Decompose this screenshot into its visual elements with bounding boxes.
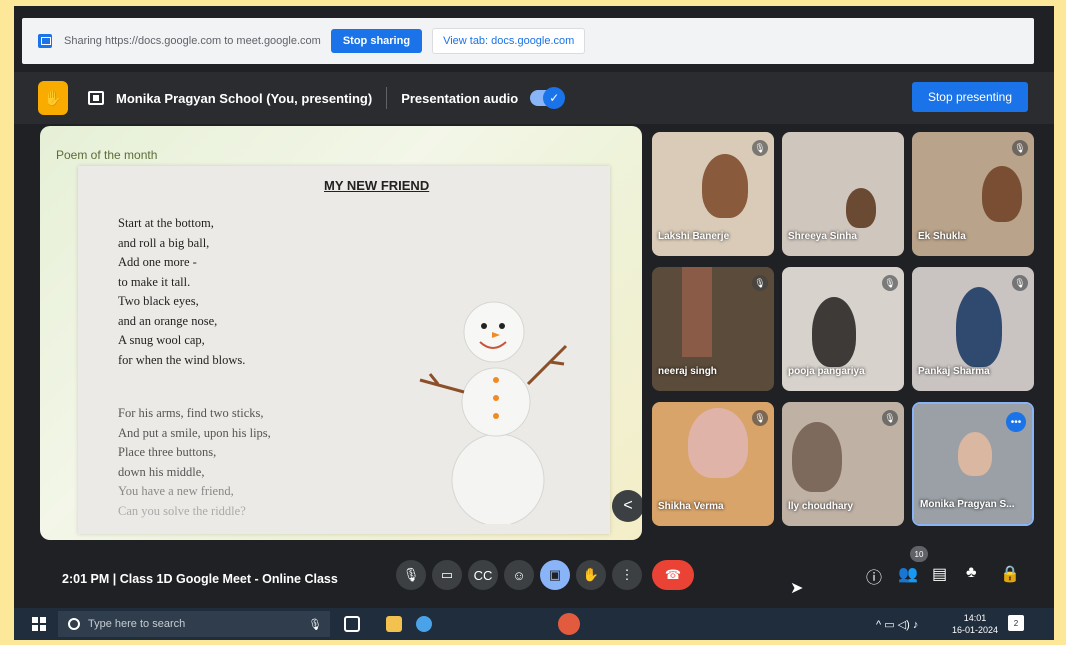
edge-browser-icon[interactable] <box>416 616 432 632</box>
participant-tile[interactable]: 🎙 Pankaj Sharma <box>912 267 1034 391</box>
taskbar-clock[interactable]: 14:01 16-01-2024 <box>952 612 998 636</box>
mic-off-icon: 🎙 <box>882 410 898 426</box>
mic-off-icon: 🎙 <box>752 275 768 291</box>
notification-center-icon[interactable]: 2 <box>1008 615 1024 631</box>
presentation-audio-label: Presentation audio <box>401 90 519 106</box>
microphone-button[interactable]: 🎙 <box>396 560 426 590</box>
mic-off-icon: 🎙 <box>1012 140 1028 156</box>
search-placeholder: Type here to search <box>88 618 186 630</box>
participant-tile[interactable]: 🎙 Shikha Verma <box>652 402 774 526</box>
participant-grid: 🎙 Lakshi Banerje Shreeya Sinha 🎙 Ek Shuk… <box>652 132 1036 526</box>
raise-hand-icon[interactable]: ✋ <box>38 81 68 115</box>
poem-stanza-2: For his arms, find two sticks, And put a… <box>118 404 271 521</box>
poem-line: Two black eyes, <box>118 294 199 308</box>
poem-line: And put a smile, upon his lips, <box>118 425 271 440</box>
poem-title: MY NEW FRIEND <box>324 178 430 193</box>
participant-name: Lakshi Banerje <box>658 231 730 242</box>
stop-sharing-button[interactable]: Stop sharing <box>330 29 423 53</box>
mic-off-icon: 🎙 <box>1012 275 1028 291</box>
view-tab-button[interactable]: View tab: docs.google.com <box>432 28 586 54</box>
mouse-cursor-icon: ➤ <box>790 580 804 597</box>
camera-button[interactable]: ▭ <box>432 560 462 590</box>
system-tray-icons[interactable]: ^ ▭ ◁) ♪ <box>876 618 918 631</box>
mic-off-icon: 🎙 <box>882 275 898 291</box>
snowman-illustration <box>419 301 568 524</box>
more-options-button[interactable]: ⋮ <box>612 560 642 590</box>
participant-tile[interactable]: 🎙 lly choudhary <box>782 402 904 526</box>
presented-slide: Poem of the month MY NEW FRIEND Start at… <box>40 126 642 540</box>
meeting-control-bar: 2:01 PM | Class 1D Google Meet - Online … <box>14 546 1054 606</box>
participant-name: Ek Shukla <box>918 231 966 242</box>
sharing-status-text: Sharing https://docs.google.com to meet.… <box>64 35 321 47</box>
present-screen-icon <box>88 91 104 105</box>
monitor-screen: Sharing https://docs.google.com to meet.… <box>14 6 1054 640</box>
presenting-title: Monika Pragyan School (You, presenting) <box>116 90 373 106</box>
participant-name: Pankaj Sharma <box>918 366 990 377</box>
chrome-browser-icon[interactable] <box>558 613 580 635</box>
poem-line: For his arms, find two sticks, <box>118 406 264 420</box>
participant-name: Shikha Verma <box>658 501 724 512</box>
poem-page: MY NEW FRIEND Start at the bottom, and r… <box>78 166 610 534</box>
mic-off-icon: 🎙 <box>752 410 768 426</box>
people-icon[interactable]: 👥 <box>898 564 918 584</box>
tab-sharing-bar: Sharing https://docs.google.com to meet.… <box>22 18 1034 64</box>
participant-tile[interactable]: 🎙 pooja pangariya <box>782 267 904 391</box>
poem-line: Place three buttons, <box>118 445 217 459</box>
raise-hand-button[interactable]: ✋ <box>576 560 606 590</box>
poem-line: down his middle, <box>118 464 205 479</box>
share-icon[interactable]: < <box>612 490 642 522</box>
poem-line: A snug wool cap, <box>118 333 205 347</box>
captions-button[interactable]: CC <box>468 560 498 590</box>
participant-tile-self[interactable]: ••• Monika Pragyan S... <box>912 402 1034 526</box>
participant-name: pooja pangariya <box>788 366 865 377</box>
poem-line: Start at the bottom, <box>118 216 214 230</box>
slide-label: Poem of the month <box>56 148 158 162</box>
participant-name: neeraj singh <box>658 366 717 377</box>
presenting-bar: ✋ Monika Pragyan School (You, presenting… <box>14 72 1054 124</box>
clock-date: 16-01-2024 <box>952 625 999 635</box>
poem-line: Add one more - <box>118 255 197 269</box>
participant-name: lly choudhary <box>788 501 854 512</box>
stop-presenting-button[interactable]: Stop presenting <box>911 82 1028 112</box>
separator: | <box>112 572 117 586</box>
more-options-icon[interactable]: ••• <box>1006 412 1026 432</box>
poem-stanza-1: Start at the bottom, and roll a big ball… <box>118 214 245 370</box>
check-icon: ✓ <box>543 87 566 109</box>
task-view-icon[interactable] <box>344 616 360 632</box>
search-icon <box>68 618 80 630</box>
participant-tile[interactable]: 🎙 neeraj singh <box>652 267 774 391</box>
clock-time: 14:01 <box>963 613 987 623</box>
leave-call-button[interactable]: ☎ <box>652 560 694 590</box>
activities-icon[interactable]: ♣ <box>966 564 977 582</box>
poem-line: for when the wind blows. <box>118 352 246 367</box>
poem-line: and an orange nose, <box>118 313 218 328</box>
windows-taskbar: Type here to search 🎙 ^ ▭ ◁) ♪ 14:01 16-… <box>14 608 1054 640</box>
file-explorer-icon[interactable] <box>386 616 402 632</box>
chat-icon[interactable]: ▤ <box>932 564 947 584</box>
presentation-audio-toggle[interactable]: ✓ <box>530 87 566 109</box>
poem-line: and roll a big ball, <box>118 235 210 250</box>
meeting-time: 2:01 PM <box>62 572 110 586</box>
info-icon[interactable]: ⓘ <box>866 564 882 588</box>
participant-name: Monika Pragyan S... <box>920 499 1015 510</box>
divider <box>386 87 388 109</box>
screen-share-icon <box>38 34 52 48</box>
taskbar-search-box[interactable]: Type here to search 🎙 <box>58 611 330 637</box>
host-controls-icon[interactable]: 🔒 <box>1000 564 1020 584</box>
windows-start-icon[interactable] <box>32 617 46 631</box>
poem-line: to make it tall. <box>118 274 191 289</box>
participant-name: Shreeya Sinha <box>788 231 857 242</box>
emoji-reaction-button[interactable]: ☺ <box>504 560 534 590</box>
poem-line: You have a new friend, <box>118 484 234 498</box>
meeting-name: Class 1D Google Meet - Online Class <box>119 572 338 586</box>
participant-tile[interactable]: Shreeya Sinha <box>782 132 904 256</box>
mic-off-icon: 🎙 <box>752 140 768 156</box>
microphone-icon[interactable]: 🎙 <box>308 618 322 631</box>
participant-tile[interactable]: 🎙 Lakshi Banerje <box>652 132 774 256</box>
people-count-badge: 10 <box>910 546 928 562</box>
present-now-button[interactable]: ▣ <box>540 560 570 590</box>
poem-line: Can you solve the riddle? <box>118 503 246 518</box>
participant-tile[interactable]: 🎙 Ek Shukla <box>912 132 1034 256</box>
meeting-details: 2:01 PM | Class 1D Google Meet - Online … <box>62 572 338 586</box>
